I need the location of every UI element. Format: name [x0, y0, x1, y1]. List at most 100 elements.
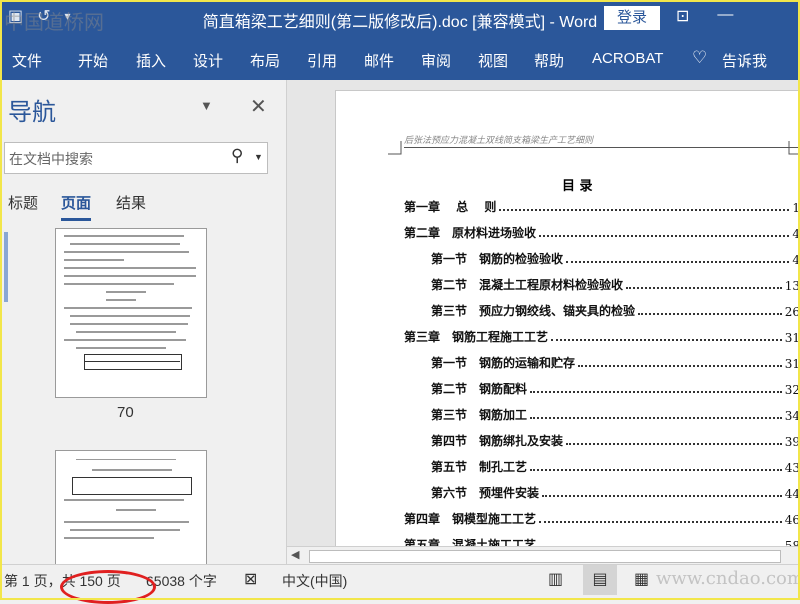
page-thumbnail[interactable] [55, 228, 207, 398]
toc-page-number: 32 [784, 383, 800, 397]
toc-entry-label: 第一节 钢筋的运输和贮存 [431, 356, 576, 370]
tab-review[interactable]: 审阅 [421, 50, 451, 71]
toc-entry-label: 第四节 钢筋绑扎及安装 [431, 434, 564, 448]
watermark-logo: 中国道桥网 [4, 10, 104, 34]
scrollbar-thumb[interactable] [309, 550, 781, 563]
toc-leader-dots [578, 365, 782, 367]
toc-leader-dots [499, 209, 790, 211]
nav-tab-pages[interactable]: 页面 [61, 192, 92, 221]
toc-leader-dots [626, 287, 782, 289]
toc-page-number: 13 [784, 279, 800, 293]
web-layout-icon[interactable]: ▦ [634, 569, 649, 589]
toc-entry-label: 第三章 钢筋工程施工工艺 [404, 330, 549, 344]
tell-me-search[interactable]: 告诉我 [722, 50, 767, 71]
toc-entry[interactable]: 第一节 钢筋的检验验收 4 [431, 247, 800, 267]
toc-entry-label: 第一章 总 则 [404, 200, 497, 214]
watermark-url: www.cndao.com [656, 568, 800, 589]
toc-page-number: 44 [784, 487, 800, 501]
toc-entry-label: 第二节 钢筋配料 [431, 382, 528, 396]
document-area[interactable]: 后张法预应力混凝土双线简支箱梁生产工艺细则 目 录 第一章 总 则 1 第二章 原材… [287, 80, 800, 564]
page-thumbnails[interactable]: 70 [4, 228, 286, 564]
toc-entry[interactable]: 第五章 混凝土施工工艺 58 [404, 533, 800, 546]
ribbon-tabs: 文件 开始 插入 设计 布局 引用 邮件 审阅 视图 帮助 ACROBAT ♡ … [0, 36, 800, 80]
minimize-icon[interactable]: — [717, 6, 733, 26]
search-icon[interactable]: ⚲ [231, 146, 243, 166]
toc-entry-label: 第一节 钢筋的检验验收 [431, 252, 564, 266]
toc-page-number: 31 [784, 357, 800, 371]
crop-mark-left [388, 141, 402, 155]
tab-layout[interactable]: 布局 [250, 50, 280, 71]
toc-page-number: 4 [792, 253, 800, 267]
toc-page-number: 58 [784, 539, 800, 546]
ribbon-display-icon[interactable]: ⊡ [676, 6, 689, 26]
language-status[interactable]: 中文(中国) [282, 571, 347, 591]
toc-entry[interactable]: 第一节 钢筋的运输和贮存 31 [431, 351, 800, 371]
toc-page-number: 39 [784, 435, 800, 449]
nav-tab-headings[interactable]: 标题 [8, 192, 38, 213]
toc-entry-label: 第五节 制孔工艺 [431, 460, 528, 474]
toc-entry[interactable]: 第三章 钢筋工程施工工艺 31 [404, 325, 800, 345]
print-layout-icon[interactable]: ▤ [583, 565, 617, 595]
nav-tab-results[interactable]: 结果 [116, 192, 146, 213]
word-count-status[interactable]: 65038 个字 [146, 571, 217, 591]
nav-search-box[interactable]: 在文档中搜索 ⚲ ▼ [4, 142, 268, 174]
toc-entry[interactable]: 第四节 钢筋绑扎及安装 39 [431, 429, 800, 449]
toc-entry[interactable]: 第三节 钢筋加工 34 [431, 403, 800, 423]
toc-page-number: 1 [792, 201, 800, 215]
search-input[interactable]: 在文档中搜索 [9, 149, 93, 169]
tab-home[interactable]: 开始 [78, 50, 108, 71]
read-mode-icon[interactable]: ▥ [548, 569, 563, 589]
toc-entry[interactable]: 第一章 总 则 1 [404, 195, 800, 215]
toc-leader-dots [551, 339, 782, 341]
thumbnail-page-number: 70 [117, 404, 134, 421]
tab-file[interactable]: 文件 [12, 50, 42, 71]
toc-page-number: 26 [784, 305, 800, 319]
tab-view[interactable]: 视图 [478, 50, 508, 71]
toc-page-number: 34 [784, 409, 800, 423]
tab-insert[interactable]: 插入 [136, 50, 166, 71]
tab-design[interactable]: 设计 [193, 50, 223, 71]
running-header: 后张法预应力混凝土双线简支箱梁生产工艺细则 [404, 135, 594, 145]
horizontal-scrollbar[interactable]: ◀ [287, 546, 800, 565]
proofing-icon[interactable]: ⊠ [244, 569, 257, 589]
toc-leader-dots [566, 261, 790, 263]
toc-entry[interactable]: 第二节 混凝土工程原材料检验验收 13 [431, 273, 800, 293]
title-bar: ▣ ↺ ▾ 简直箱梁工艺细则(第二版修改后).doc [兼容模式] - Word… [0, 0, 800, 36]
thumbnail-scroll-indicator[interactable] [4, 232, 8, 302]
toc-page-number: 31 [784, 331, 800, 345]
toc-page-number: 46 [784, 513, 800, 527]
window-controls: ⊡ — [676, 6, 733, 26]
toc-entry-label: 第三节 钢筋加工 [431, 408, 528, 422]
toc-leader-dots [539, 521, 782, 523]
scroll-left-icon[interactable]: ◀ [291, 548, 299, 561]
toc-leader-dots [530, 391, 782, 393]
toc-title: 目 录 [562, 179, 593, 194]
search-options-icon[interactable]: ▼ [254, 152, 263, 162]
toc-entry-label: 第三节 预应力钢绞线、锚夹具的检验 [431, 304, 636, 318]
toc-entry-label: 第二节 混凝土工程原材料检验验收 [431, 278, 624, 292]
toc-entry-label: 第六节 预埋件安装 [431, 486, 540, 500]
close-icon[interactable]: ✕ [250, 94, 267, 119]
document-page[interactable]: 后张法预应力混凝土双线简支箱梁生产工艺细则 目 录 第一章 总 则 1 第二章 原材… [335, 90, 800, 546]
chevron-down-icon[interactable]: ▼ [200, 98, 213, 113]
navigation-pane: 导航 ▼ ✕ 在文档中搜索 ⚲ ▼ 标题 页面 结果 70 [0, 80, 287, 564]
toc-entry[interactable]: 第二章 原材料进场验收 4 [404, 221, 800, 241]
toc-entry[interactable]: 第六节 预埋件安装 44 [431, 481, 800, 501]
tab-acrobat[interactable]: ACROBAT [592, 50, 663, 67]
toc-leader-dots [566, 443, 782, 445]
tab-references[interactable]: 引用 [307, 50, 337, 71]
toc-entry[interactable]: 第二节 钢筋配料 32 [431, 377, 800, 397]
toc-leader-dots [530, 469, 782, 471]
tab-help[interactable]: 帮助 [534, 50, 564, 71]
toc-entry-label: 第二章 原材料进场验收 [404, 226, 537, 240]
tab-mailings[interactable]: 邮件 [364, 50, 394, 71]
toc-entry[interactable]: 第三节 预应力钢绞线、锚夹具的检验 26 [431, 299, 800, 319]
toc-entry-label: 第五章 混凝土施工工艺 [404, 538, 537, 546]
nav-pane-title: 导航 [8, 99, 56, 126]
highlight-ring [60, 570, 156, 604]
login-button[interactable]: 登录 [604, 6, 660, 30]
toc-entry[interactable]: 第四章 钢模型施工工艺 46 [404, 507, 800, 527]
page-thumbnail[interactable] [55, 450, 207, 564]
toc-entry-label: 第四章 钢模型施工工艺 [404, 512, 537, 526]
toc-entry[interactable]: 第五节 制孔工艺 43 [431, 455, 800, 475]
